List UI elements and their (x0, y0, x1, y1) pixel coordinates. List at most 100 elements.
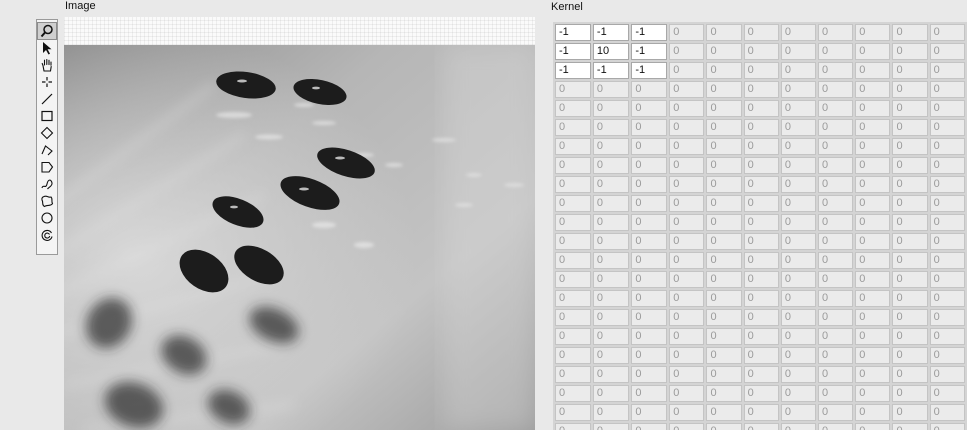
kernel-cell[interactable]: 0 (669, 328, 705, 345)
kernel-cell[interactable]: 0 (892, 366, 928, 383)
kernel-cell[interactable]: 0 (592, 385, 630, 402)
kernel-grid[interactable]: -1 -1 -1 0 0 0 0 0 0 0 0 -1 10 -1 0 0 0 0 0 0 0 0 -1 -1 -1 0 0 0 0 0 0… (553, 22, 967, 430)
kernel-cell[interactable]: 0 (669, 157, 705, 174)
kernel-cell[interactable]: 0 (592, 423, 630, 430)
kernel-cell[interactable]: 0 (929, 366, 965, 383)
kernel-cell[interactable]: 0 (929, 252, 965, 269)
kernel-cell[interactable]: 0 (892, 309, 928, 326)
kernel-cell[interactable]: 0 (855, 347, 891, 364)
kernel-cell[interactable]: 0 (780, 385, 817, 402)
kernel-cell[interactable]: 0 (780, 347, 817, 364)
kernel-cell[interactable]: 0 (706, 24, 742, 41)
polyline-tool[interactable] (38, 142, 56, 158)
kernel-cell[interactable]: 0 (892, 100, 928, 117)
kernel-cell[interactable]: 0 (669, 81, 705, 98)
kernel-cell[interactable]: 0 (669, 195, 705, 212)
kernel-cell[interactable]: 0 (929, 347, 965, 364)
kernel-cell[interactable]: 0 (555, 366, 591, 383)
kernel-cell[interactable]: 0 (855, 271, 891, 288)
kernel-cell[interactable]: 0 (818, 100, 854, 117)
kernel-cell[interactable]: 0 (631, 233, 668, 250)
annulus-tool[interactable] (38, 227, 56, 243)
kernel-cell[interactable]: 0 (669, 233, 705, 250)
kernel-cell[interactable]: 0 (818, 385, 854, 402)
kernel-cell[interactable]: 0 (855, 309, 891, 326)
kernel-cell[interactable]: -1 (555, 62, 591, 79)
kernel-cell[interactable]: 0 (892, 271, 928, 288)
kernel-cell[interactable]: 0 (631, 328, 668, 345)
kernel-cell[interactable]: 0 (818, 271, 854, 288)
kernel-cell[interactable]: 0 (929, 119, 965, 136)
kernel-cell[interactable]: 0 (780, 157, 817, 174)
kernel-cell[interactable]: 0 (592, 233, 630, 250)
kernel-cell[interactable]: 0 (855, 328, 891, 345)
kernel-cell[interactable]: 0 (631, 366, 668, 383)
kernel-cell[interactable]: 0 (743, 271, 779, 288)
kernel-cell[interactable]: 0 (818, 233, 854, 250)
kernel-cell[interactable]: 0 (631, 252, 668, 269)
kernel-cell[interactable]: 0 (743, 328, 779, 345)
kernel-cell[interactable]: 0 (780, 214, 817, 231)
kernel-cell[interactable]: 0 (706, 138, 742, 155)
kernel-cell[interactable]: 0 (855, 43, 891, 60)
kernel-cell[interactable]: 0 (631, 81, 668, 98)
kernel-cell[interactable]: 0 (631, 347, 668, 364)
kernel-cell[interactable]: 0 (855, 423, 891, 430)
kernel-cell[interactable]: 0 (929, 24, 965, 41)
kernel-cell[interactable]: 0 (855, 252, 891, 269)
kernel-cell[interactable]: 0 (818, 62, 854, 79)
kernel-cell[interactable]: 0 (780, 252, 817, 269)
kernel-cell[interactable]: 0 (592, 157, 630, 174)
kernel-cell[interactable]: 0 (743, 214, 779, 231)
kernel-cell[interactable]: 0 (780, 100, 817, 117)
kernel-cell[interactable]: -1 (631, 43, 668, 60)
grayscale-image[interactable] (64, 45, 535, 430)
kernel-cell[interactable]: 0 (818, 43, 854, 60)
line-tool[interactable] (38, 91, 56, 107)
kernel-cell[interactable]: 0 (555, 404, 591, 421)
kernel-cell[interactable]: 0 (855, 214, 891, 231)
kernel-cell[interactable]: 0 (631, 176, 668, 193)
kernel-cell[interactable]: 10 (592, 43, 630, 60)
kernel-cell[interactable]: 0 (669, 24, 705, 41)
kernel-cell[interactable]: 0 (818, 252, 854, 269)
kernel-cell[interactable]: 0 (631, 138, 668, 155)
kernel-cell[interactable]: 0 (555, 195, 591, 212)
kernel-cell[interactable]: 0 (706, 366, 742, 383)
kernel-cell[interactable]: 0 (780, 43, 817, 60)
kernel-cell[interactable]: 0 (706, 252, 742, 269)
kernel-cell[interactable]: 0 (743, 24, 779, 41)
kernel-cell[interactable]: 0 (780, 271, 817, 288)
kernel-cell[interactable]: 0 (929, 328, 965, 345)
kernel-cell[interactable]: 0 (929, 62, 965, 79)
kernel-cell[interactable]: 0 (818, 423, 854, 430)
kernel-cell[interactable]: 0 (555, 214, 591, 231)
kernel-cell[interactable]: 0 (555, 233, 591, 250)
kernel-cell[interactable]: 0 (592, 347, 630, 364)
kernel-cell[interactable]: 0 (669, 366, 705, 383)
kernel-cell[interactable]: 0 (743, 385, 779, 402)
kernel-cell[interactable]: 0 (855, 100, 891, 117)
kernel-cell[interactable]: 0 (780, 328, 817, 345)
kernel-cell[interactable]: 0 (706, 100, 742, 117)
kernel-cell[interactable]: 0 (892, 252, 928, 269)
kernel-cell[interactable]: 0 (555, 157, 591, 174)
kernel-cell[interactable]: 0 (780, 309, 817, 326)
kernel-cell[interactable]: 0 (818, 328, 854, 345)
kernel-cell[interactable]: 0 (592, 271, 630, 288)
kernel-cell[interactable]: 0 (743, 366, 779, 383)
kernel-cell[interactable]: 0 (929, 404, 965, 421)
kernel-cell[interactable]: 0 (631, 271, 668, 288)
kernel-cell[interactable]: 0 (892, 423, 928, 430)
kernel-cell[interactable]: 0 (592, 100, 630, 117)
kernel-cell[interactable]: 0 (631, 290, 668, 307)
kernel-cell[interactable]: -1 (592, 62, 630, 79)
kernel-cell[interactable]: 0 (780, 119, 817, 136)
kernel-cell[interactable]: 0 (631, 119, 668, 136)
kernel-cell[interactable]: 0 (818, 309, 854, 326)
kernel-cell[interactable]: 0 (929, 309, 965, 326)
kernel-cell[interactable]: 0 (669, 423, 705, 430)
kernel-cell[interactable]: 0 (780, 138, 817, 155)
kernel-cell[interactable]: 0 (929, 385, 965, 402)
kernel-cell[interactable]: 0 (669, 62, 705, 79)
